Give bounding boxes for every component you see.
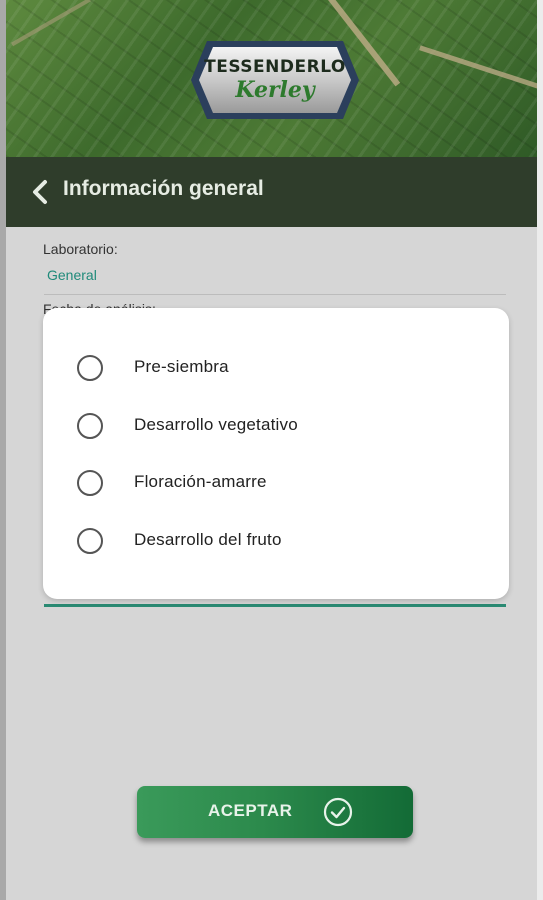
header-banner: TESSENDERLO Kerley	[6, 0, 537, 157]
option-label: Floración-amarre	[134, 472, 267, 491]
divider	[44, 294, 506, 295]
app-screen: TESSENDERLO Kerley Información general L…	[6, 0, 537, 900]
laboratorio-value[interactable]: General	[47, 267, 97, 283]
option-label: Desarrollo del fruto	[134, 530, 282, 549]
page-title: Información general	[63, 177, 264, 200]
brand-logo: TESSENDERLO Kerley	[189, 37, 361, 123]
accept-button-label: ACEPTAR	[208, 801, 293, 820]
option-pre-siembra[interactable]: Pre-siembra	[43, 343, 509, 393]
laboratorio-label: Laboratorio:	[43, 241, 118, 257]
field-underline	[44, 604, 506, 607]
chevron-left-icon[interactable]	[28, 179, 54, 205]
radio-button[interactable]	[77, 470, 103, 496]
check-circle-icon	[323, 797, 353, 827]
option-label: Pre-siembra	[134, 357, 229, 376]
accept-button[interactable]: ACEPTAR	[137, 786, 413, 838]
right-edge	[537, 0, 543, 900]
logo-text-top: TESSENDERLO	[204, 57, 346, 77]
banner-road	[419, 45, 537, 100]
radio-button[interactable]	[77, 413, 103, 439]
radio-button[interactable]	[77, 528, 103, 554]
option-label: Desarrollo vegetativo	[134, 415, 298, 434]
option-desarrollo-vegetativo[interactable]: Desarrollo vegetativo	[43, 401, 509, 451]
option-desarrollo-fruto[interactable]: Desarrollo del fruto	[43, 516, 509, 566]
stage-selection-dialog: Pre-siembra Desarrollo vegetativo Florac…	[43, 308, 509, 599]
option-floracion-amarre[interactable]: Floración-amarre	[43, 458, 509, 508]
radio-button[interactable]	[77, 355, 103, 381]
top-app-bar: Información general	[6, 157, 537, 227]
logo-text-bottom: Kerley	[235, 77, 315, 103]
banner-road	[11, 0, 91, 47]
